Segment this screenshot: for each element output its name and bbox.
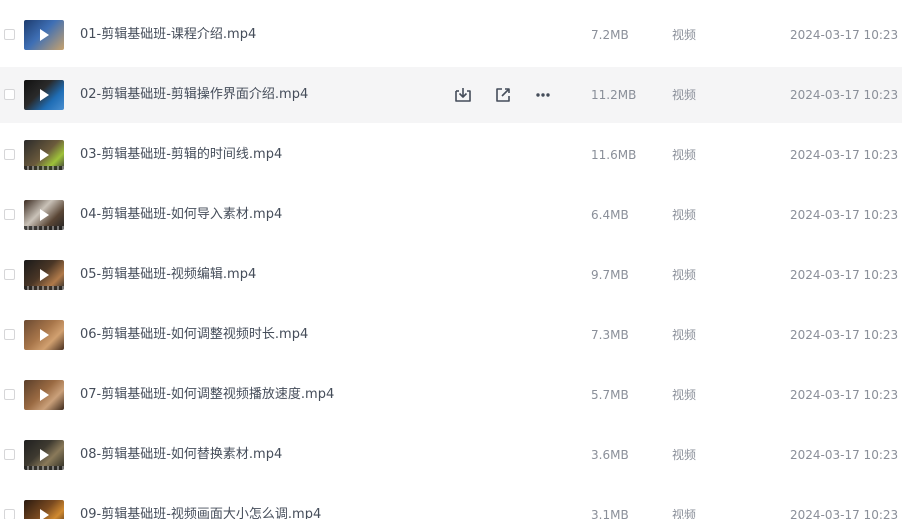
file-name[interactable]: 08-剪辑基础班-如何替换素材.mp4 bbox=[80, 427, 282, 483]
file-name[interactable]: 02-剪辑基础班-剪辑操作界面介绍.mp4 bbox=[80, 67, 308, 123]
file-date: 2024-03-17 10:23 bbox=[790, 448, 899, 462]
row-checkbox[interactable] bbox=[4, 329, 15, 340]
file-row[interactable]: 08-剪辑基础班-如何替换素材.mp4 3.6MB 视频 2024-03-17 … bbox=[0, 427, 902, 483]
file-type: 视频 bbox=[672, 88, 697, 102]
video-thumbnail[interactable] bbox=[24, 440, 64, 470]
file-size: 6.4MB bbox=[591, 208, 629, 222]
file-date: 2024-03-17 10:23 bbox=[790, 88, 899, 102]
file-type: 视频 bbox=[672, 388, 697, 402]
play-icon bbox=[40, 149, 49, 161]
file-type: 视频 bbox=[672, 208, 697, 222]
file-row[interactable]: 07-剪辑基础班-如何调整视频播放速度.mp4 5.7MB 视频 2024-03… bbox=[0, 367, 902, 423]
file-name[interactable]: 03-剪辑基础班-剪辑的时间线.mp4 bbox=[80, 127, 282, 183]
file-date: 2024-03-17 10:23 bbox=[790, 508, 899, 519]
file-date: 2024-03-17 10:23 bbox=[790, 268, 899, 282]
file-name[interactable]: 01-剪辑基础班-课程介绍.mp4 bbox=[80, 7, 256, 63]
timeline-strip bbox=[24, 226, 64, 230]
timeline-strip bbox=[24, 286, 64, 290]
play-icon bbox=[40, 29, 49, 41]
file-row[interactable]: 03-剪辑基础班-剪辑的时间线.mp4 11.6MB 视频 2024-03-17… bbox=[0, 127, 902, 183]
timeline-strip bbox=[24, 166, 64, 170]
file-date: 2024-03-17 10:23 bbox=[790, 28, 899, 42]
play-icon bbox=[40, 89, 49, 101]
play-icon bbox=[40, 389, 49, 401]
file-size: 3.6MB bbox=[591, 448, 629, 462]
play-icon bbox=[40, 209, 49, 221]
file-name[interactable]: 07-剪辑基础班-如何调整视频播放速度.mp4 bbox=[80, 367, 334, 423]
file-date: 2024-03-17 10:23 bbox=[790, 328, 899, 342]
video-thumbnail[interactable] bbox=[24, 380, 64, 410]
row-checkbox[interactable] bbox=[4, 149, 15, 160]
more-icon[interactable] bbox=[533, 85, 553, 105]
file-size: 7.3MB bbox=[591, 328, 629, 342]
row-checkbox[interactable] bbox=[4, 449, 15, 460]
file-type: 视频 bbox=[672, 28, 697, 42]
file-size: 11.2MB bbox=[591, 88, 637, 102]
video-thumbnail[interactable] bbox=[24, 20, 64, 50]
row-checkbox[interactable] bbox=[4, 89, 15, 100]
row-checkbox[interactable] bbox=[4, 389, 15, 400]
file-date: 2024-03-17 10:23 bbox=[790, 148, 899, 162]
file-size: 9.7MB bbox=[591, 268, 629, 282]
row-checkbox[interactable] bbox=[4, 209, 15, 220]
file-date: 2024-03-17 10:23 bbox=[790, 208, 899, 222]
file-type: 视频 bbox=[672, 508, 697, 519]
file-size: 3.1MB bbox=[591, 508, 629, 519]
file-name[interactable]: 04-剪辑基础班-如何导入素材.mp4 bbox=[80, 187, 282, 243]
timeline-strip bbox=[24, 466, 64, 470]
row-checkbox[interactable] bbox=[4, 29, 15, 40]
row-checkbox[interactable] bbox=[4, 269, 15, 280]
file-row[interactable]: 06-剪辑基础班-如何调整视频时长.mp4 7.3MB 视频 2024-03-1… bbox=[0, 307, 902, 363]
file-row[interactable]: 04-剪辑基础班-如何导入素材.mp4 6.4MB 视频 2024-03-17 … bbox=[0, 187, 902, 243]
video-thumbnail[interactable] bbox=[24, 320, 64, 350]
file-row[interactable]: 05-剪辑基础班-视频编辑.mp4 9.7MB 视频 2024-03-17 10… bbox=[0, 247, 902, 303]
file-type: 视频 bbox=[672, 268, 697, 282]
file-type: 视频 bbox=[672, 148, 697, 162]
video-thumbnail[interactable] bbox=[24, 80, 64, 110]
play-icon bbox=[40, 329, 49, 341]
play-icon bbox=[40, 269, 49, 281]
video-thumbnail[interactable] bbox=[24, 140, 64, 170]
file-date: 2024-03-17 10:23 bbox=[790, 388, 899, 402]
video-thumbnail[interactable] bbox=[24, 200, 64, 230]
video-thumbnail[interactable] bbox=[24, 260, 64, 290]
video-thumbnail[interactable] bbox=[24, 500, 64, 519]
play-icon bbox=[40, 449, 49, 461]
file-size: 7.2MB bbox=[591, 28, 629, 42]
file-type: 视频 bbox=[672, 448, 697, 462]
play-icon bbox=[40, 509, 49, 519]
file-row[interactable]: 09-剪辑基础班-视频画面大小怎么调.mp4 3.1MB 视频 2024-03-… bbox=[0, 487, 902, 519]
file-name[interactable]: 05-剪辑基础班-视频编辑.mp4 bbox=[80, 247, 256, 303]
file-size: 11.6MB bbox=[591, 148, 637, 162]
file-type: 视频 bbox=[672, 328, 697, 342]
file-row[interactable]: 01-剪辑基础班-课程介绍.mp4 7.2MB 视频 2024-03-17 10… bbox=[0, 7, 902, 63]
file-name[interactable]: 09-剪辑基础班-视频画面大小怎么调.mp4 bbox=[80, 487, 321, 519]
file-row[interactable]: 02-剪辑基础班-剪辑操作界面介绍.mp4 11.2MB 视频 2024-03-… bbox=[0, 67, 902, 123]
share-icon[interactable] bbox=[493, 85, 513, 105]
download-icon[interactable] bbox=[453, 85, 473, 105]
file-size: 5.7MB bbox=[591, 388, 629, 402]
row-actions bbox=[440, 67, 565, 123]
file-list: 01-剪辑基础班-课程介绍.mp4 7.2MB 视频 2024-03-17 10… bbox=[0, 0, 902, 519]
file-name[interactable]: 06-剪辑基础班-如何调整视频时长.mp4 bbox=[80, 307, 308, 363]
row-checkbox[interactable] bbox=[4, 509, 15, 519]
